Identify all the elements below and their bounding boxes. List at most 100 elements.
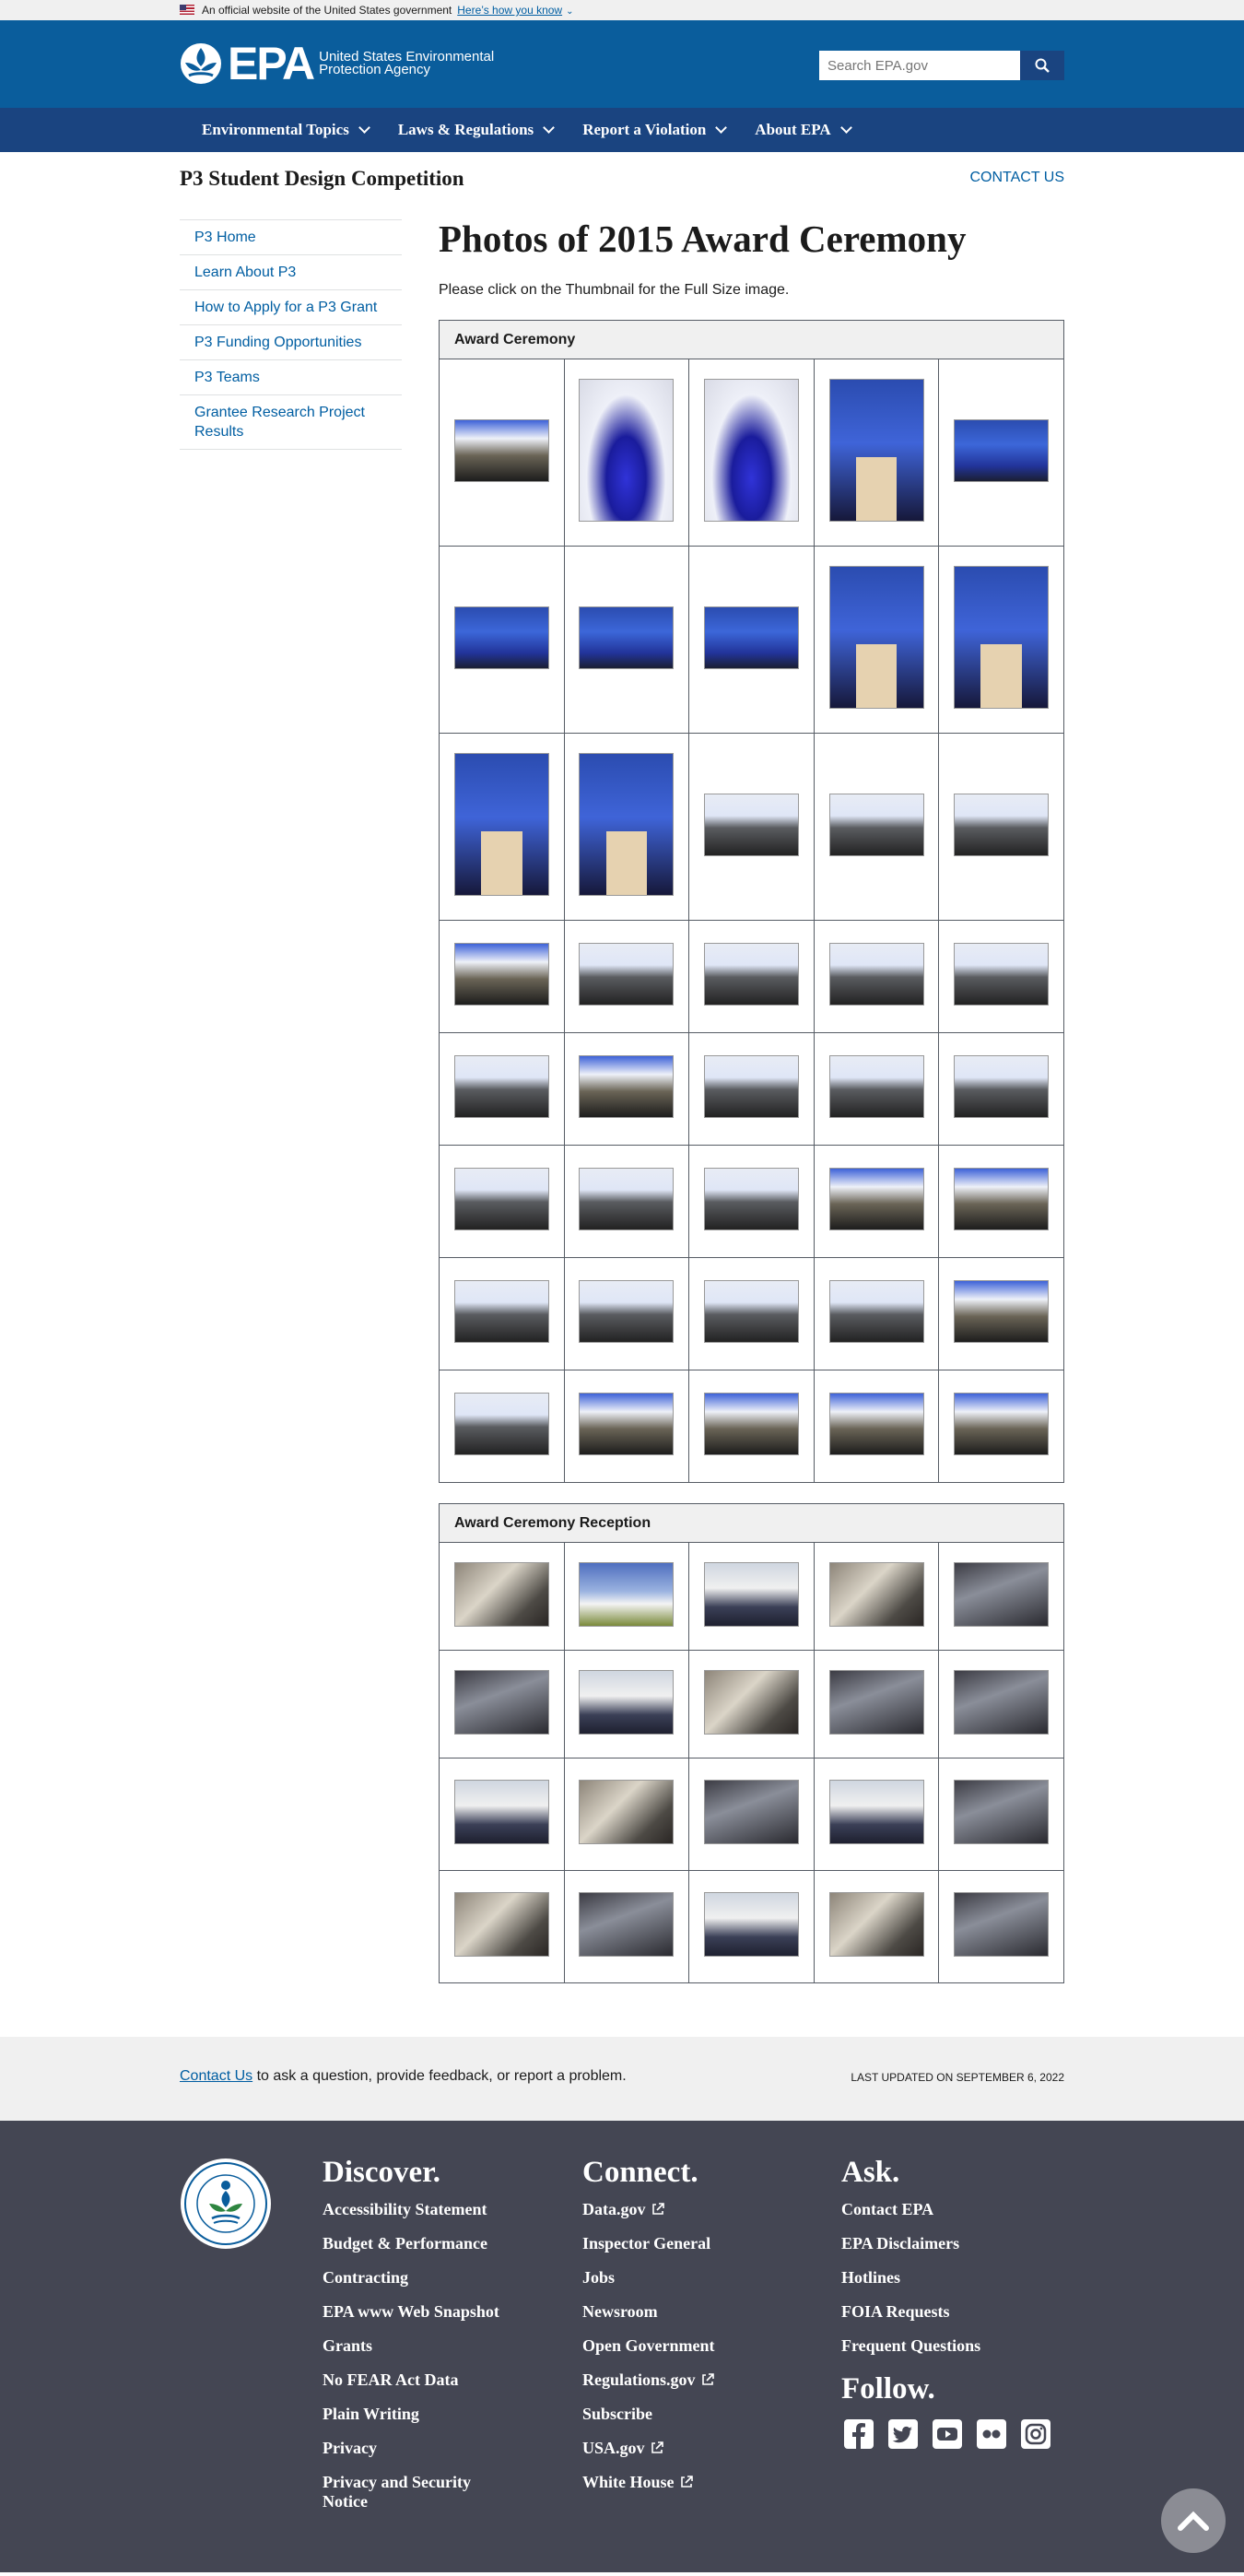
photo-thumbnail[interactable] — [828, 1669, 924, 1735]
photo-thumbnail[interactable] — [828, 1168, 924, 1230]
footer-link[interactable]: Contracting — [323, 2268, 507, 2288]
flickr-icon[interactable] — [974, 2417, 1009, 2452]
photo-thumbnail[interactable] — [453, 943, 549, 1006]
footer-link[interactable]: Regulations.gov — [582, 2370, 715, 2390]
photo-thumbnail[interactable] — [703, 1892, 799, 1957]
search-input[interactable] — [819, 51, 1020, 80]
sidenav-item[interactable]: P3 Home — [180, 220, 402, 255]
footer-link[interactable]: Inspector General — [582, 2234, 715, 2253]
nav-report-violation[interactable]: Report a Violation — [568, 108, 740, 152]
twitter-icon[interactable] — [886, 2417, 921, 2452]
photo-thumbnail[interactable] — [579, 943, 675, 1006]
photo-thumbnail[interactable] — [579, 379, 675, 522]
photo-thumbnail[interactable] — [453, 1168, 549, 1230]
nav-laws-regulations[interactable]: Laws & Regulations — [383, 108, 568, 152]
photo-thumbnail[interactable] — [828, 1780, 924, 1844]
footer-link[interactable]: Contact EPA — [841, 2200, 1053, 2219]
photo-thumbnail[interactable] — [453, 1892, 549, 1957]
nav-environmental-topics[interactable]: Environmental Topics — [187, 108, 383, 152]
contact-us-link[interactable]: CONTACT US — [969, 170, 1064, 186]
photo-thumbnail[interactable] — [954, 1168, 1050, 1230]
photo-thumbnail[interactable] — [703, 1055, 799, 1118]
footer-link[interactable]: EPA www Web Snapshot — [323, 2302, 507, 2322]
sidenav-item[interactable]: How to Apply for a P3 Grant — [180, 290, 402, 325]
footer-link[interactable]: No FEAR Act Data — [323, 2370, 507, 2390]
footer-link[interactable]: Privacy and Security Notice — [323, 2473, 507, 2511]
youtube-icon[interactable] — [930, 2417, 965, 2452]
footer-link[interactable]: Subscribe — [582, 2405, 715, 2424]
sidenav-item[interactable]: Grantee Research Project Results — [180, 395, 402, 450]
back-to-top-button[interactable] — [1161, 2488, 1226, 2553]
photo-thumbnail[interactable] — [954, 1393, 1050, 1455]
photo-thumbnail[interactable] — [954, 793, 1050, 856]
photo-thumbnail[interactable] — [579, 1669, 675, 1735]
photo-thumbnail[interactable] — [703, 1669, 799, 1735]
photo-thumbnail[interactable] — [828, 1055, 924, 1118]
footer-link[interactable]: White House — [582, 2473, 715, 2492]
photo-thumbnail[interactable] — [828, 379, 924, 522]
photo-thumbnail[interactable] — [453, 753, 549, 896]
footer-link[interactable]: Hotlines — [841, 2268, 1053, 2288]
photo-thumbnail[interactable] — [954, 566, 1050, 709]
how-you-know-link[interactable]: Here’s how you know — [457, 4, 562, 17]
photo-thumbnail[interactable] — [453, 1669, 549, 1735]
photo-thumbnail[interactable] — [453, 606, 549, 669]
footer-link[interactable]: Privacy — [323, 2439, 507, 2458]
photo-thumbnail[interactable] — [453, 1780, 549, 1844]
footer-link[interactable]: Accessibility Statement — [323, 2200, 507, 2219]
photo-thumbnail[interactable] — [579, 1780, 675, 1844]
facebook-icon[interactable] — [841, 2417, 876, 2452]
photo-thumbnail[interactable] — [954, 1892, 1050, 1957]
photo-thumbnail[interactable] — [828, 1280, 924, 1343]
photo-thumbnail[interactable] — [828, 1892, 924, 1957]
photo-thumbnail[interactable] — [453, 1055, 549, 1118]
footer-link[interactable]: Budget & Performance — [323, 2234, 507, 2253]
photo-thumbnail[interactable] — [828, 566, 924, 709]
photo-thumbnail[interactable] — [828, 943, 924, 1006]
search-button[interactable] — [1020, 51, 1064, 80]
photo-thumbnail[interactable] — [954, 1055, 1050, 1118]
photo-thumbnail[interactable] — [703, 1393, 799, 1455]
photo-thumbnail[interactable] — [703, 606, 799, 669]
photo-thumbnail[interactable] — [579, 1280, 675, 1343]
photo-thumbnail[interactable] — [453, 418, 549, 482]
photo-thumbnail[interactable] — [703, 1280, 799, 1343]
epa-logo[interactable]: EPA United States Environmental Protecti… — [180, 41, 503, 87]
photo-thumbnail[interactable] — [453, 1393, 549, 1455]
instagram-icon[interactable] — [1018, 2417, 1053, 2452]
photo-thumbnail[interactable] — [954, 1669, 1050, 1735]
sidenav-item[interactable]: P3 Teams — [180, 360, 402, 395]
footer-link[interactable]: Frequent Questions — [841, 2336, 1053, 2356]
photo-thumbnail[interactable] — [579, 1055, 675, 1118]
photo-thumbnail[interactable] — [703, 1561, 799, 1627]
footer-link[interactable]: EPA Disclaimers — [841, 2234, 1053, 2253]
photo-thumbnail[interactable] — [579, 1393, 675, 1455]
photo-thumbnail[interactable] — [453, 1561, 549, 1627]
footer-link[interactable]: FOIA Requests — [841, 2302, 1053, 2322]
photo-thumbnail[interactable] — [954, 943, 1050, 1006]
sidenav-item[interactable]: P3 Funding Opportunities — [180, 325, 402, 360]
photo-thumbnail[interactable] — [579, 1892, 675, 1957]
footer-link[interactable]: USA.gov — [582, 2439, 715, 2458]
photo-thumbnail[interactable] — [453, 1280, 549, 1343]
footer-link[interactable]: Newsroom — [582, 2302, 715, 2322]
photo-thumbnail[interactable] — [828, 1561, 924, 1627]
footer-link[interactable]: Plain Writing — [323, 2405, 507, 2424]
photo-thumbnail[interactable] — [954, 1561, 1050, 1627]
photo-thumbnail[interactable] — [954, 418, 1050, 482]
footer-contact-link[interactable]: Contact Us — [180, 2068, 252, 2084]
photo-thumbnail[interactable] — [579, 606, 675, 669]
nav-about-epa[interactable]: About EPA — [740, 108, 864, 152]
footer-link[interactable]: Grants — [323, 2336, 507, 2356]
photo-thumbnail[interactable] — [579, 1561, 675, 1627]
photo-thumbnail[interactable] — [828, 793, 924, 856]
photo-thumbnail[interactable] — [579, 753, 675, 896]
photo-thumbnail[interactable] — [579, 1168, 675, 1230]
sidenav-item[interactable]: Learn About P3 — [180, 255, 402, 290]
photo-thumbnail[interactable] — [703, 1780, 799, 1844]
footer-link[interactable]: Open Government — [582, 2336, 715, 2356]
photo-thumbnail[interactable] — [703, 379, 799, 522]
photo-thumbnail[interactable] — [703, 793, 799, 856]
photo-thumbnail[interactable] — [703, 1168, 799, 1230]
photo-thumbnail[interactable] — [954, 1780, 1050, 1844]
